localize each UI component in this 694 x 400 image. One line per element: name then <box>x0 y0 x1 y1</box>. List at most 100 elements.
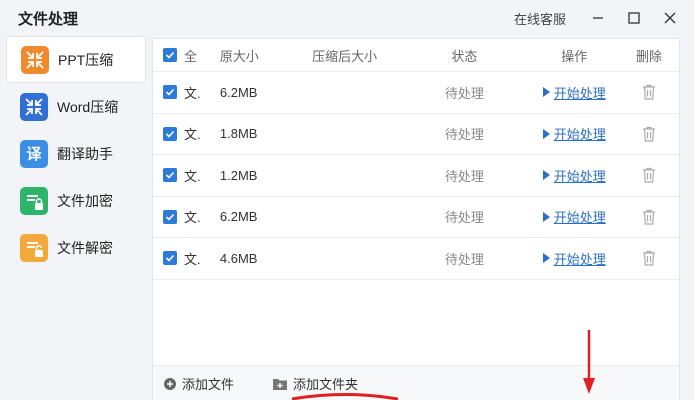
sidebar-item-label: PPT压缩 <box>58 51 114 68</box>
select-all-label: 全 <box>183 48 197 64</box>
file-name: 文. <box>183 168 201 184</box>
delete-button[interactable] <box>642 126 656 142</box>
start-process-link[interactable]: 开始处理 <box>542 83 606 102</box>
start-process-label: 开始处理 <box>553 210 606 226</box>
check-icon <box>165 130 175 138</box>
file-size: 4.6MB <box>219 250 258 266</box>
row-checkbox[interactable] <box>163 85 177 100</box>
row-checkbox[interactable] <box>163 168 177 183</box>
translate-icon: 译 <box>20 139 48 168</box>
status-text: 待处理 <box>444 85 484 101</box>
plus-circle-icon <box>164 377 176 390</box>
sidebar-item-label: 翻译助手 <box>57 145 113 162</box>
row-check-cell <box>153 126 184 141</box>
operation-cell: 开始处理 <box>529 124 619 143</box>
operation-cell: 开始处理 <box>529 207 619 226</box>
delete-button[interactable] <box>642 250 656 266</box>
sidebar-item-label: Word压缩 <box>57 98 119 115</box>
trash-icon <box>643 251 656 266</box>
add-file-button[interactable]: 添加文件 <box>163 374 234 393</box>
trash-icon <box>643 168 656 183</box>
minimize-button[interactable] <box>588 8 608 28</box>
scrollbar[interactable] <box>682 38 690 400</box>
sidebar: PPT压缩 Word压缩 译 翻译助手 文件加密 文件解密 <box>0 36 150 400</box>
table-header: 全 原大小 压缩后大小 状态 操作 删除 <box>153 39 679 72</box>
online-support-link[interactable]: 在线客服 <box>514 9 566 28</box>
compress-icon <box>21 45 49 74</box>
start-process-label: 开始处理 <box>553 251 606 267</box>
unlock-file-icon <box>20 233 48 262</box>
trash-icon <box>643 126 656 142</box>
file-list-panel: 全 原大小 压缩后大小 状态 操作 删除 文. 6.2MB 待处理 开始处理 文… <box>152 38 680 400</box>
add-folder-button[interactable]: 添加文件夹 <box>272 374 358 393</box>
delete-button[interactable] <box>642 84 656 100</box>
row-checkbox[interactable] <box>163 251 177 266</box>
row-check-cell <box>153 85 184 100</box>
start-process-link[interactable]: 开始处理 <box>542 207 606 226</box>
delete-cell <box>619 84 679 100</box>
check-icon <box>165 51 175 59</box>
panel-footer: 添加文件 添加文件夹 <box>153 365 679 400</box>
sidebar-item-label: 文件加密 <box>57 192 113 209</box>
header-delete: 删除 <box>636 48 663 64</box>
select-all-checkbox[interactable] <box>163 48 177 62</box>
sidebar-item-decrypt[interactable]: 文件解密 <box>6 224 146 271</box>
row-check-cell <box>153 251 184 266</box>
play-icon <box>542 253 550 264</box>
file-name: 文. <box>183 127 201 143</box>
status-text: 待处理 <box>444 210 484 226</box>
title-bar: 文件处理 在线客服 <box>0 0 694 36</box>
row-checkbox[interactable] <box>163 126 177 141</box>
play-icon <box>542 211 550 222</box>
table-row: 文. 1.8MB 待处理 开始处理 <box>153 114 679 155</box>
maximize-button[interactable] <box>624 8 644 28</box>
start-process-link[interactable]: 开始处理 <box>542 124 606 143</box>
delete-button[interactable] <box>642 167 656 183</box>
table-row: 文. 4.6MB 待处理 开始处理 <box>153 238 679 280</box>
play-icon <box>542 170 550 181</box>
status-text: 待处理 <box>444 127 484 143</box>
compress-icon <box>20 92 48 121</box>
window-controls: 在线客服 <box>514 8 680 28</box>
delete-cell <box>619 126 679 142</box>
lock-file-icon <box>20 186 48 215</box>
row-checkbox[interactable] <box>163 209 177 224</box>
file-size: 1.8MB <box>219 126 258 142</box>
sidebar-item-ppt-compress[interactable]: PPT压缩 <box>6 36 146 83</box>
check-icon <box>165 213 175 221</box>
close-button[interactable] <box>660 8 680 28</box>
start-process-link[interactable]: 开始处理 <box>542 166 606 185</box>
sidebar-item-encrypt[interactable]: 文件加密 <box>6 177 146 224</box>
row-check-cell <box>153 209 184 224</box>
file-name: 文. <box>183 85 201 101</box>
header-compressed-size: 压缩后大小 <box>312 48 378 64</box>
operation-cell: 开始处理 <box>529 249 619 268</box>
add-folder-label: 添加文件夹 <box>293 377 359 392</box>
select-all-cell <box>153 48 184 62</box>
app-title: 文件处理 <box>18 10 79 28</box>
delete-cell <box>619 167 679 183</box>
check-icon <box>165 255 175 262</box>
check-icon <box>165 172 175 179</box>
red-arrow-annotation <box>583 330 595 394</box>
add-file-label: 添加文件 <box>182 377 235 392</box>
file-size: 1.2MB <box>219 167 258 183</box>
delete-button[interactable] <box>642 209 656 225</box>
maximize-icon <box>628 12 640 24</box>
sidebar-item-word-compress[interactable]: Word压缩 <box>6 83 146 130</box>
table-row: 文. 6.2MB 待处理 开始处理 <box>153 197 679 238</box>
start-process-label: 开始处理 <box>553 85 606 101</box>
sidebar-item-translate[interactable]: 译 翻译助手 <box>6 130 146 177</box>
header-operation: 操作 <box>561 48 588 64</box>
trash-icon <box>643 85 656 100</box>
file-name: 文. <box>183 210 201 226</box>
start-process-link[interactable]: 开始处理 <box>542 249 606 268</box>
play-icon <box>542 128 550 139</box>
check-icon <box>165 89 175 96</box>
file-name: 文. <box>183 251 201 267</box>
operation-cell: 开始处理 <box>529 166 619 185</box>
close-icon <box>664 12 676 24</box>
folder-add-icon <box>273 378 288 390</box>
status-text: 待处理 <box>444 251 484 267</box>
start-process-label: 开始处理 <box>553 127 606 143</box>
